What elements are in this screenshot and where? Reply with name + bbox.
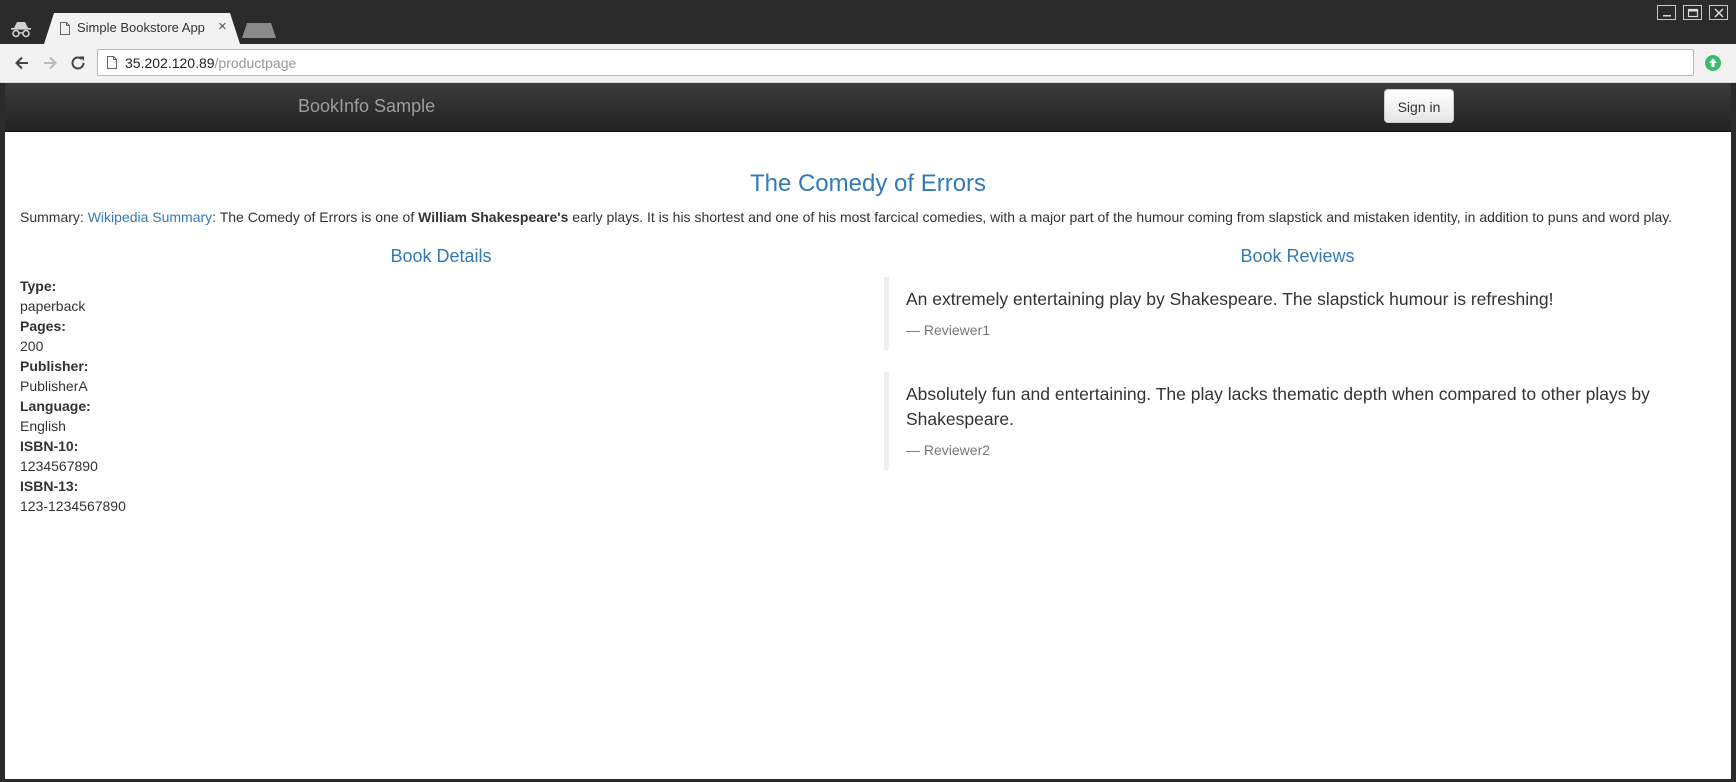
url-path: /productpage [214,55,297,71]
tab-close-icon[interactable]: × [218,19,227,35]
summary-text-2: early plays. It is his shortest and one … [568,209,1673,225]
detail-value-language: English [20,418,66,434]
summary-prefix: Summary: [20,209,88,225]
new-tab-button[interactable] [242,23,276,38]
maximize-icon [1687,8,1699,18]
detail-value-type: paperback [20,298,86,314]
detail-label-pages: Pages: [20,318,66,334]
detail-value-publisher: PublisherA [20,378,88,394]
detail-value-isbn10: 1234567890 [20,458,98,474]
close-icon [1714,8,1724,18]
tab-simple-bookstore[interactable]: Simple Bookstore App × [44,13,240,44]
detail-value-pages: 200 [20,338,44,354]
tab-strip: Simple Bookstore App × [0,0,1736,44]
address-bar[interactable]: 35.202.120.89/productpage [97,49,1694,76]
page-viewport: BookInfo Sample Sign in The Comedy of Er… [5,83,1731,779]
close-window-button[interactable] [1709,5,1728,20]
app-brand[interactable]: BookInfo Sample [298,96,435,117]
sign-in-button[interactable]: Sign in [1384,89,1454,123]
incognito-icon [11,22,31,38]
page-icon [60,22,70,35]
minimize-icon [1663,15,1671,17]
summary-text-1: : The Comedy of Errors is one of [212,209,419,225]
review-item: Absolutely fun and entertaining. The pla… [884,372,1704,470]
reload-icon[interactable] [68,53,88,73]
review-author: — Reviewer1 [906,322,991,338]
page-info-icon[interactable] [107,56,117,69]
detail-label-isbn10: ISBN-10: [20,438,79,454]
detail-label-publisher: Publisher: [20,358,89,374]
review-author: — Reviewer2 [906,442,991,458]
detail-label-language: Language: [20,398,91,414]
detail-value-isbn13: 123-1234567890 [20,498,126,514]
update-icon[interactable] [1704,54,1722,72]
url-text: 35.202.120.89/productpage [125,55,296,71]
book-summary: Summary: Wikipedia Summary: The Comedy o… [20,209,1720,225]
minimize-button[interactable] [1657,5,1676,20]
maximize-button[interactable] [1683,5,1702,20]
tab-title: Simple Bookstore App [77,20,205,35]
detail-label-isbn13: ISBN-13: [20,478,79,494]
app-navbar: BookInfo Sample Sign in [5,83,1731,132]
summary-bold-author: William Shakespeare's [418,209,569,225]
wikipedia-summary-link[interactable]: Wikipedia Summary [88,209,212,225]
book-details-list: Type: paperback Pages: 200 Publisher: Pu… [20,276,126,516]
browser-window: Simple Bookstore App × 35.202.120.89/pro… [0,0,1736,782]
browser-toolbar: 35.202.120.89/productpage [0,44,1736,83]
back-arrow-icon[interactable] [12,53,32,73]
book-reviews-heading: Book Reviews [1240,246,1355,266]
forward-arrow-icon[interactable] [40,53,60,73]
review-text: An extremely entertaining play by Shakes… [906,289,1554,309]
url-host: 35.202.120.89 [125,55,215,71]
book-details-heading: Book Details [390,246,492,266]
review-item: An extremely entertaining play by Shakes… [884,277,1704,350]
detail-label-type: Type: [20,278,57,294]
review-text: Absolutely fun and entertaining. The pla… [906,384,1650,429]
page-title: The Comedy of Errors [749,170,987,197]
